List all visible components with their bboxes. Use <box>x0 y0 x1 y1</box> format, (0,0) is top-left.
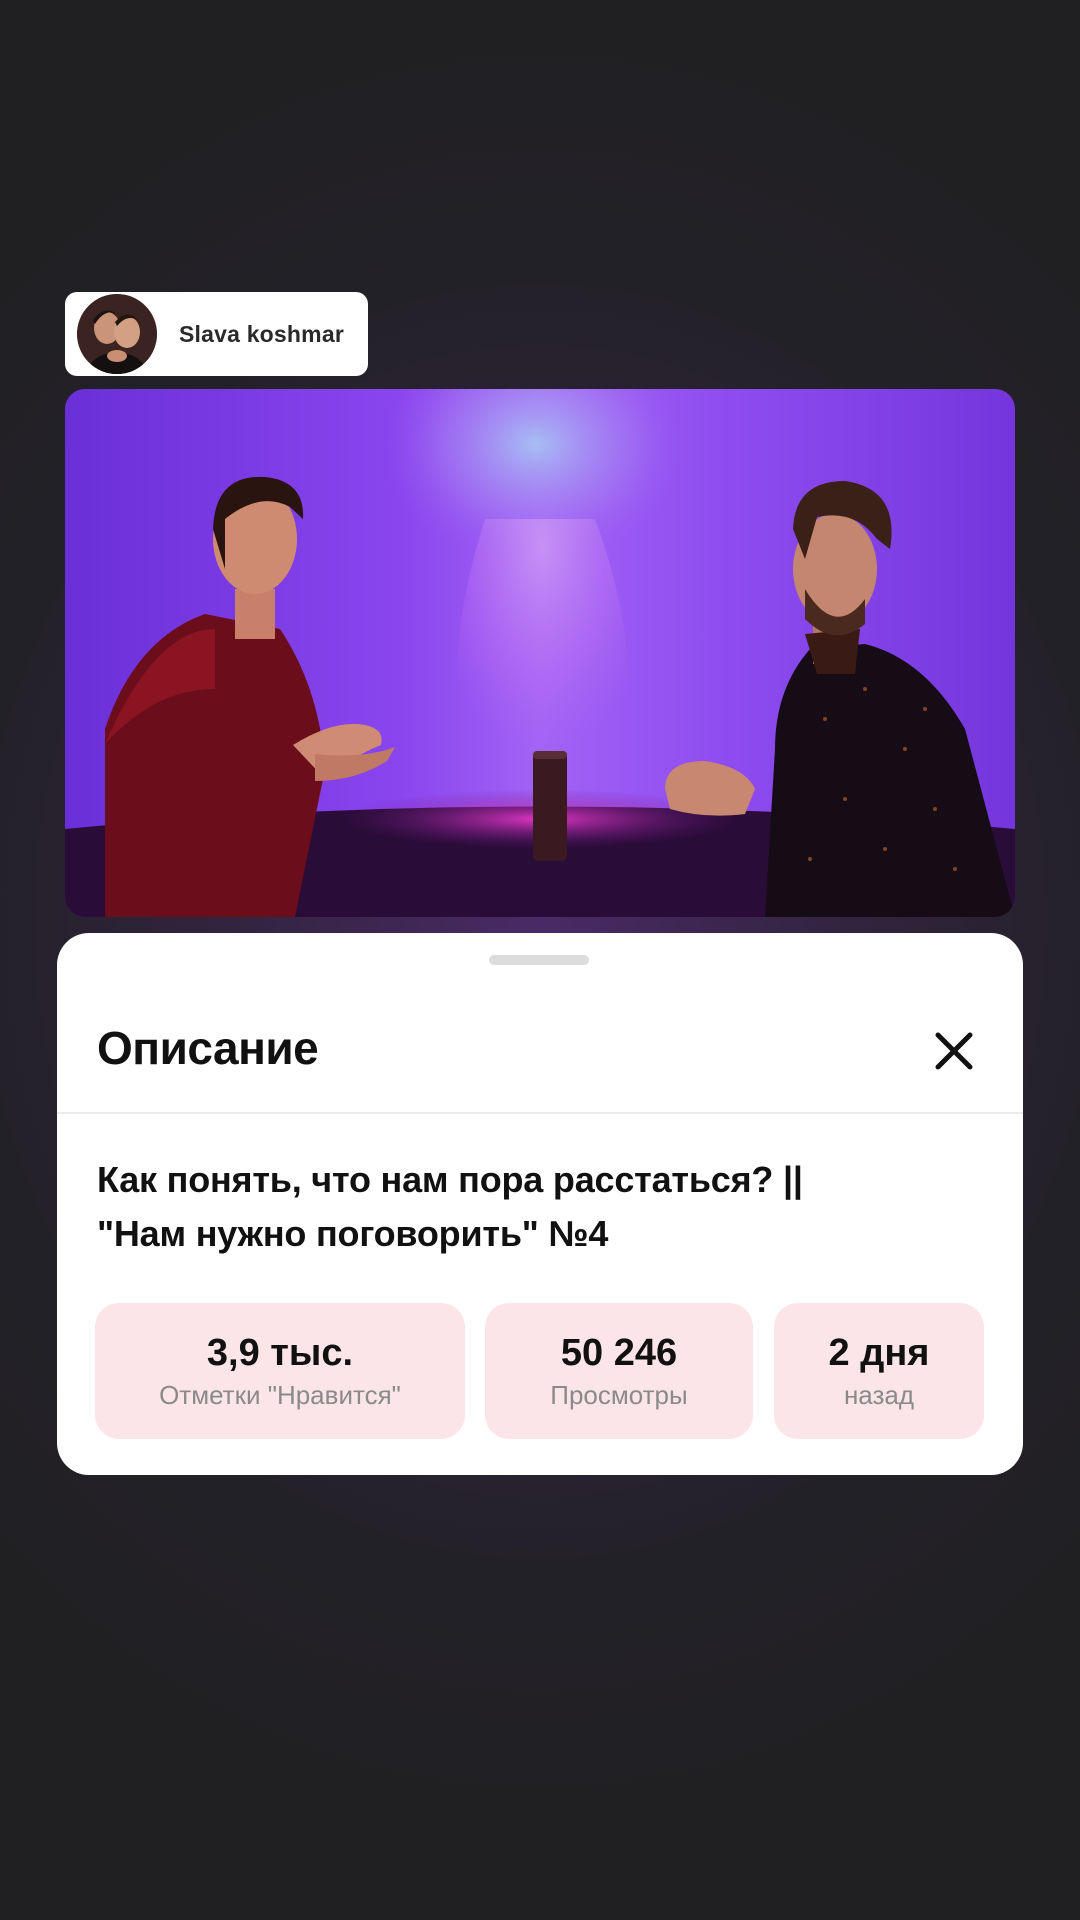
date-label: назад <box>843 1380 915 1410</box>
sheet-grabber[interactable] <box>489 955 589 965</box>
date-stat: 2 дня назад <box>774 1303 984 1439</box>
sheet-title: Описание <box>97 1022 319 1074</box>
video-title-line2: "Нам нужно поговорить" №4 <box>97 1213 609 1254</box>
likes-label: Отметки "Нравится" <box>159 1380 401 1410</box>
likes-stat: 3,9 тыс. Отметки "Нравится" <box>95 1303 465 1439</box>
video-thumbnail[interactable] <box>65 389 1015 917</box>
close-button[interactable] <box>925 1022 983 1080</box>
views-stat: 50 246 Просмотры <box>485 1303 753 1439</box>
date-value: 2 дня <box>828 1332 930 1374</box>
description-sheet: Описание Как понять, что нам пора расста… <box>57 933 1023 1475</box>
views-label: Просмотры <box>550 1380 688 1410</box>
author-name[interactable]: Slava koshmar <box>179 321 344 348</box>
avatar[interactable] <box>77 294 157 374</box>
video-title: Как понять, что нам пора расстаться? || … <box>97 1153 977 1261</box>
likes-count: 3,9 тыс. <box>206 1332 354 1374</box>
views-count: 50 246 <box>560 1332 678 1374</box>
close-icon <box>935 1032 973 1070</box>
divider <box>57 1112 1023 1114</box>
video-title-line1: Как понять, что нам пора расстаться? || <box>97 1159 803 1200</box>
author-chip[interactable]: Slava koshmar <box>65 292 368 376</box>
video-scene <box>65 389 1015 917</box>
